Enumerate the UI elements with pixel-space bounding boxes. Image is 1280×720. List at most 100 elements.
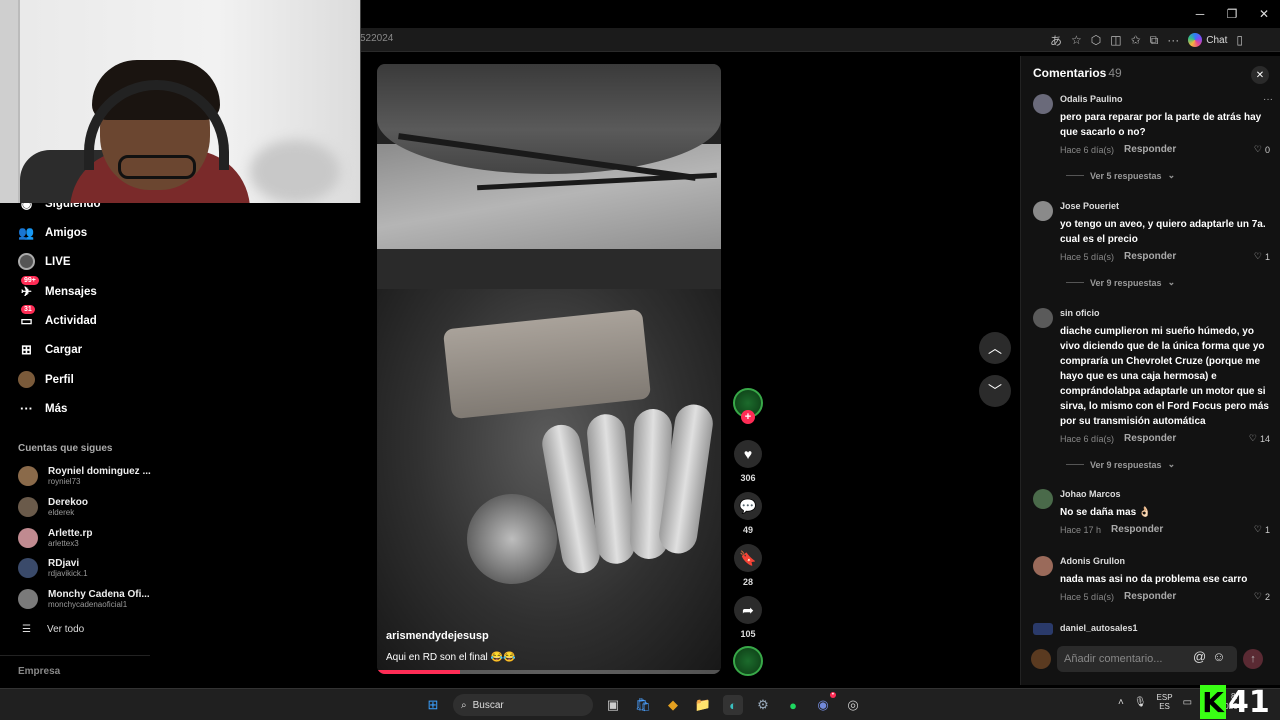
webcam-shadow bbox=[250, 140, 340, 203]
chat-label: Chat bbox=[1206, 34, 1228, 46]
video-progress-bar[interactable] bbox=[377, 670, 721, 674]
heart-outline-icon: ♡ bbox=[1253, 251, 1262, 261]
sidebar-item-actividad[interactable]: ▭ 31 Actividad bbox=[18, 305, 97, 329]
comment-like-button[interactable]: ♡ 2 bbox=[1254, 591, 1270, 602]
sidebar-item-label: Amigos bbox=[45, 226, 88, 239]
sidebar-toggle-icon[interactable]: ▯ bbox=[1236, 33, 1243, 47]
comment-author[interactable]: Odalis Paulino bbox=[1060, 94, 1270, 104]
view-replies-button[interactable]: Ver 9 respuestas ⌄ bbox=[1066, 277, 1270, 288]
comment-icon[interactable]: 💬 bbox=[734, 492, 762, 520]
microphone-icon[interactable]: 🎙 bbox=[1134, 697, 1147, 708]
profile-icon bbox=[18, 371, 35, 388]
send-button[interactable]: ↑ bbox=[1243, 649, 1263, 669]
sidebar-item-perfil[interactable]: Perfil bbox=[18, 371, 74, 388]
bookmark-icon[interactable]: 🔖 bbox=[734, 544, 762, 572]
comment-author[interactable]: daniel_autosales1 bbox=[1060, 623, 1270, 633]
avatar[interactable] bbox=[1033, 201, 1053, 221]
comment-text: diache cumplieron mi sueño húmedo, yo vi… bbox=[1060, 326, 1269, 427]
sidebar-item-mas[interactable]: ··· Más bbox=[18, 400, 67, 417]
app-icon[interactable]: ◎ bbox=[843, 695, 863, 715]
comment-time: Hace 6 día(s) bbox=[1060, 433, 1115, 444]
favorite-star-icon[interactable]: ☆ bbox=[1071, 33, 1082, 47]
steam-icon[interactable]: ⚙ bbox=[753, 695, 773, 715]
comment-author[interactable]: sin oficio bbox=[1060, 308, 1270, 318]
friends-icon: 👥 bbox=[18, 224, 35, 240]
reply-button[interactable]: Responder bbox=[1111, 524, 1163, 535]
sidebar-item-mensajes[interactable]: ✈ 99+ Mensajes bbox=[18, 276, 97, 300]
save-action[interactable]: 🔖 28 bbox=[733, 544, 763, 587]
extensions-icon[interactable]: ⬡ bbox=[1091, 33, 1101, 47]
view-replies-button[interactable]: Ver 9 respuestas ⌄ bbox=[1066, 459, 1270, 470]
more-options-icon[interactable]: ··· bbox=[1167, 33, 1179, 47]
collections-icon[interactable]: ⧉ bbox=[1150, 33, 1159, 48]
network-icon[interactable]: ▭ bbox=[1183, 697, 1192, 708]
following-accounts-title: Cuentas que sigues bbox=[18, 443, 113, 454]
followed-account[interactable]: RDjavi rdjavikick.1 bbox=[18, 558, 88, 578]
reply-button[interactable]: Responder bbox=[1124, 251, 1176, 262]
translate-icon[interactable]: あ bbox=[1050, 32, 1062, 49]
music-disc-icon[interactable] bbox=[733, 646, 763, 676]
office-icon[interactable]: ◆ bbox=[663, 695, 683, 715]
comment-author[interactable]: Johao Marcos bbox=[1060, 489, 1270, 499]
view-replies-button[interactable]: Ver 5 respuestas ⌄ bbox=[1066, 170, 1270, 181]
mention-icon[interactable]: @ bbox=[1193, 649, 1206, 664]
previous-video-button[interactable]: ︿ bbox=[979, 332, 1011, 364]
task-view-icon[interactable]: ▣ bbox=[603, 695, 623, 715]
logo-letter: K bbox=[1200, 685, 1226, 719]
followed-account[interactable]: Derekoo elderek bbox=[18, 497, 88, 517]
language-indicator[interactable]: ESP ES bbox=[1157, 693, 1173, 711]
discord-icon[interactable]: ◉ • bbox=[813, 692, 836, 715]
comment-author[interactable]: Adonis Grullon bbox=[1060, 556, 1270, 566]
comment-like-button[interactable]: ♡ 1 bbox=[1254, 524, 1270, 535]
avatar[interactable] bbox=[1033, 623, 1053, 635]
minimize-icon[interactable]: ─ bbox=[1184, 0, 1216, 28]
comment-like-button[interactable]: ♡ 0 bbox=[1254, 144, 1270, 155]
avatar[interactable] bbox=[1033, 556, 1053, 576]
chevron-up-icon[interactable]: ˄ bbox=[1118, 697, 1124, 708]
file-explorer-icon[interactable]: 📁 bbox=[693, 695, 713, 715]
list-icon: ☰ bbox=[22, 624, 31, 635]
emoji-icon[interactable]: ☺ bbox=[1212, 649, 1225, 664]
windows-start-icon[interactable]: ⊞ bbox=[423, 695, 443, 715]
reply-button[interactable]: Responder bbox=[1124, 144, 1176, 155]
restore-icon[interactable]: ❐ bbox=[1216, 0, 1248, 28]
followed-account[interactable]: Royniel dominguez ... royniel73 bbox=[18, 466, 151, 486]
taskbar-search-label: Buscar bbox=[472, 699, 504, 711]
avatar[interactable] bbox=[1033, 308, 1053, 328]
favorites-icon[interactable]: ✩ bbox=[1131, 33, 1141, 47]
taskbar-search[interactable]: ⌕ Buscar bbox=[453, 694, 593, 716]
edge-browser-icon[interactable]: ◐ bbox=[723, 695, 743, 715]
spotify-icon[interactable]: ● bbox=[783, 695, 803, 715]
sidebar-item-cargar[interactable]: ⊞ Cargar bbox=[18, 341, 82, 358]
close-comments-button[interactable]: ✕ bbox=[1251, 66, 1269, 84]
comment-like-button[interactable]: ♡ 14 bbox=[1249, 433, 1270, 444]
see-all-link[interactable]: ☰ Ver todo bbox=[22, 624, 84, 635]
share-action[interactable]: ➦ 105 bbox=[733, 596, 763, 639]
share-icon[interactable]: ➦ bbox=[734, 596, 762, 624]
avatar[interactable] bbox=[1033, 94, 1053, 114]
comment-like-button[interactable]: ♡ 1 bbox=[1254, 251, 1270, 262]
store-icon[interactable]: 🛍 bbox=[633, 695, 653, 715]
followed-account[interactable]: Arlette.rp arlettex3 bbox=[18, 528, 92, 548]
account-name: Derekoo bbox=[48, 497, 89, 508]
reply-button[interactable]: Responder bbox=[1124, 433, 1176, 444]
video-author[interactable]: arismendydejesusp bbox=[386, 630, 489, 642]
copilot-chat-button[interactable]: Chat bbox=[1188, 33, 1227, 47]
comment-time: Hace 5 día(s) bbox=[1060, 591, 1115, 602]
url-text[interactable]: 522024 bbox=[360, 33, 393, 44]
followed-account[interactable]: Monchy Cadena Ofi... monchycadenaoficial1 bbox=[18, 589, 150, 609]
follow-plus-icon[interactable]: + bbox=[741, 410, 755, 424]
split-screen-icon[interactable]: ◫ bbox=[1110, 33, 1121, 47]
comment-action[interactable]: 💬 49 bbox=[733, 492, 763, 535]
avatar[interactable] bbox=[1033, 489, 1053, 509]
sidebar-item-amigos[interactable]: 👥 Amigos bbox=[18, 224, 87, 241]
next-video-button[interactable]: ﹀ bbox=[979, 375, 1011, 407]
close-window-icon[interactable]: ✕ bbox=[1248, 0, 1280, 28]
like-action[interactable]: ♥ 306 bbox=[733, 440, 763, 483]
comment-author[interactable]: Jose Poueriet bbox=[1060, 201, 1270, 211]
reply-button[interactable]: Responder bbox=[1124, 591, 1176, 602]
sidebar-item-live[interactable]: LIVE bbox=[18, 253, 71, 270]
video-player[interactable]: arismendydejesusp Aqui en RD son el fina… bbox=[377, 64, 721, 674]
company-link[interactable]: Empresa bbox=[18, 666, 60, 677]
heart-icon[interactable]: ♥ bbox=[734, 440, 762, 468]
